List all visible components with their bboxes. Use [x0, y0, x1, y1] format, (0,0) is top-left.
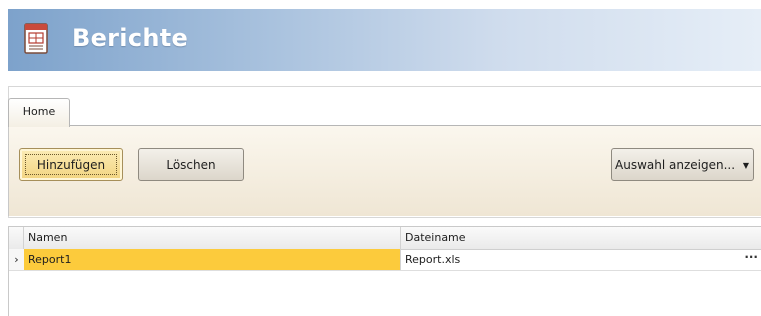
delete-button[interactable]: Löschen — [138, 148, 244, 181]
column-header-names[interactable]: Namen — [24, 227, 401, 249]
show-selection-label: Auswahl anzeigen... — [615, 158, 736, 172]
page-title: Berichte — [72, 24, 189, 52]
cell-filename-text: Report.xls — [405, 253, 461, 266]
row-header-corner — [9, 227, 24, 249]
app-header: Berichte — [8, 9, 761, 71]
browse-ellipsis-button[interactable]: ··· — [744, 249, 758, 270]
grid-header: Namen Dateiname — [9, 227, 761, 250]
add-button-label: Hinzufügen — [25, 154, 117, 175]
cell-report-name[interactable]: Report1 — [24, 249, 401, 270]
table-row[interactable]: › Report1 Report.xls ··· — [9, 249, 761, 271]
show-selection-dropdown[interactable]: Auswahl anzeigen... ▼ — [611, 148, 754, 181]
cell-filename[interactable]: Report.xls ··· — [401, 249, 761, 270]
row-pointer-icon: › — [9, 249, 25, 270]
column-header-filename[interactable]: Dateiname — [401, 227, 761, 249]
tab-home[interactable]: Home — [8, 98, 70, 127]
report-document-icon — [21, 22, 51, 56]
reports-grid: Namen Dateiname › Report1 Report.xls ··· — [8, 226, 761, 316]
chevron-down-icon: ▼ — [742, 161, 749, 170]
add-button[interactable]: Hinzufügen — [19, 148, 123, 181]
